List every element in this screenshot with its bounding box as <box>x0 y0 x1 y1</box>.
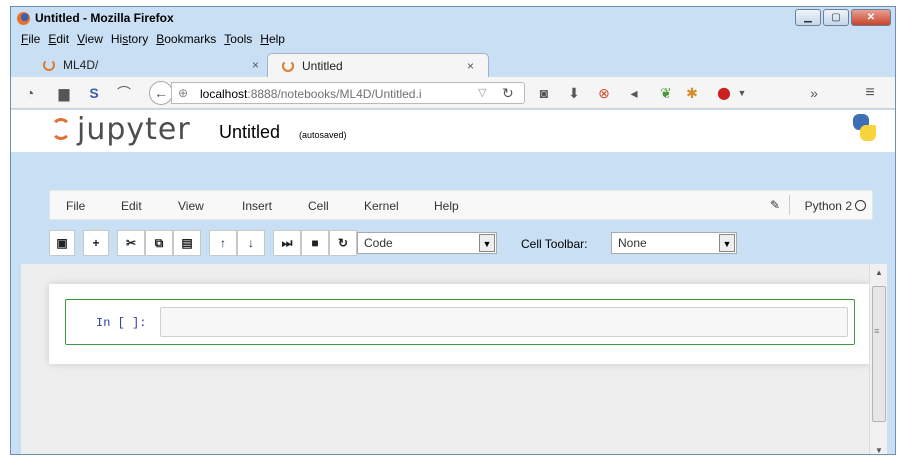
cell-type-value: Code <box>364 236 393 250</box>
pencil-icon[interactable]: ✎ <box>770 198 780 212</box>
notebook-menu-bar: File Edit View Insert Cell Kernel Help ✎… <box>49 190 873 220</box>
tab-close-icon[interactable]: × <box>252 58 259 72</box>
scroll-up-icon[interactable]: ▲ <box>875 268 883 277</box>
menu-file[interactable]: File <box>17 29 44 49</box>
maximize-button[interactable]: ▢ <box>823 9 849 26</box>
nb-menu-insert[interactable]: Insert <box>242 199 272 213</box>
code-input[interactable] <box>160 307 848 337</box>
insert-cell-icon[interactable]: + <box>83 230 109 256</box>
browser-window: Untitled - Mozilla Firefox ▁ ▢ ✕ File Ed… <box>10 6 896 455</box>
url-bar[interactable]: ⊕ localhost:8888/notebooks/ML4D/Untitled… <box>171 82 525 104</box>
menu-help[interactable]: Help <box>256 29 289 49</box>
download-icon[interactable]: ⬇ <box>565 84 583 102</box>
rss-icon[interactable]: ◔ <box>21 84 39 102</box>
menu-tools[interactable]: Tools <box>220 29 256 49</box>
notebook-area: In [ ]: ▲ ≡ ▼ <box>21 264 887 454</box>
leaf-icon[interactable]: ❦ <box>657 84 675 102</box>
cut-icon[interactable]: ✂ <box>117 230 145 256</box>
notebook-toolbar: ▣ + ✂ ⧉ ▤ ↑ ↓ ⏭ ■ ↻ Code ▼ Cell Toolbar:… <box>49 230 873 258</box>
loading-icon <box>282 59 294 72</box>
nb-menu-file[interactable]: File <box>66 199 85 213</box>
menu-bar: File Edit View History Bookmarks Tools H… <box>11 29 289 49</box>
chevron-down-icon[interactable]: ▼ <box>479 234 495 252</box>
cell-type-select[interactable]: Code ▼ <box>357 232 497 254</box>
chevron-down-icon[interactable]: ▼ <box>719 234 735 252</box>
dropdown-arrow-icon[interactable]: ▽ <box>478 86 486 99</box>
vertical-scrollbar[interactable]: ▲ ≡ ▼ <box>869 264 887 454</box>
scrollbar-thumb[interactable] <box>872 286 886 422</box>
move-down-icon[interactable]: ↓ <box>237 230 265 256</box>
tab-strip: ML4D/ × Untitled × <box>11 49 895 77</box>
code-cell[interactable]: In [ ]: <box>65 299 855 345</box>
autosave-status: (autosaved) <box>299 130 347 140</box>
fox-icon[interactable]: ✱ <box>683 84 701 102</box>
menu-edit[interactable]: Edit <box>44 29 73 49</box>
nb-menu-edit[interactable]: Edit <box>121 199 142 213</box>
title-bar: Untitled - Mozilla Firefox ▁ ▢ ✕ <box>11 7 895 29</box>
back-button[interactable]: ← <box>149 81 173 105</box>
loading-icon <box>43 59 55 71</box>
chevron-down-icon[interactable]: ▼ <box>733 84 751 102</box>
send-icon[interactable]: ◂ <box>625 84 643 102</box>
reload-icon[interactable]: ↻ <box>502 85 514 102</box>
divider <box>789 195 790 215</box>
jupyter-logo-icon <box>51 118 71 140</box>
nb-menu-help[interactable]: Help <box>434 199 459 213</box>
tab-label: Untitled <box>302 58 343 73</box>
pipe-icon: ⌒ <box>117 85 131 101</box>
cell-toolbar-value: None <box>618 236 647 250</box>
kernel-name[interactable]: Python 2 <box>805 199 852 213</box>
save-icon[interactable]: ▣ <box>49 230 75 256</box>
cell-toolbar-label: Cell Toolbar: <box>521 237 588 251</box>
jupyter-header: jupyter Untitled (autosaved) <box>11 110 895 152</box>
restart-icon[interactable]: ↻ <box>329 230 357 256</box>
run-icon[interactable]: ⏭ <box>273 230 301 256</box>
overflow-icon[interactable]: » <box>805 84 823 102</box>
kernel-status-icon <box>855 200 866 211</box>
pocket-icon[interactable]: ◙ <box>535 84 553 102</box>
paste-icon[interactable]: ▤ <box>173 230 201 256</box>
minimize-button[interactable]: ▁ <box>795 9 821 26</box>
notebook-page: In [ ]: <box>49 284 871 364</box>
close-button[interactable]: ✕ <box>851 9 891 26</box>
navigation-bar: ◔ ▆ S ⌒ ← ⊕ localhost:8888/notebooks/ML4… <box>11 77 895 109</box>
notebook-title[interactable]: Untitled <box>219 122 280 143</box>
menu-view[interactable]: View <box>73 29 107 49</box>
tab-close-icon[interactable]: × <box>467 59 474 73</box>
nb-menu-kernel[interactable]: Kernel <box>364 199 399 213</box>
cell-toolbar-select[interactable]: None ▼ <box>611 232 737 254</box>
print-icon[interactable]: ▆ <box>55 84 73 102</box>
blocked-icon[interactable]: ⊗ <box>595 84 613 102</box>
scroll-down-icon[interactable]: ▼ <box>875 446 883 454</box>
skype-icon[interactable]: S <box>85 84 103 102</box>
stop-icon[interactable]: ■ <box>301 230 329 256</box>
jupyter-logo-text[interactable]: jupyter <box>77 112 191 147</box>
move-up-icon[interactable]: ↑ <box>209 230 237 256</box>
firefox-icon <box>17 12 30 25</box>
python-logo-icon <box>851 114 877 142</box>
globe-icon: ⊕ <box>178 86 189 100</box>
window-title: Untitled - Mozilla Firefox <box>35 11 174 25</box>
tab-ml4d[interactable]: ML4D/ × <box>29 53 273 77</box>
menu-history[interactable]: History <box>107 29 152 49</box>
nb-menu-view[interactable]: View <box>178 199 204 213</box>
copy-icon[interactable]: ⧉ <box>145 230 173 256</box>
scroll-grip-icon: ≡ <box>874 326 880 336</box>
url-text[interactable]: localhost:8888/notebooks/ML4D/Untitled.i <box>200 87 468 101</box>
hamburger-menu-icon[interactable]: ≡ <box>861 84 879 102</box>
tab-untitled[interactable]: Untitled × <box>267 53 489 77</box>
menu-bookmarks[interactable]: Bookmarks <box>152 29 220 49</box>
input-prompt: In [ ]: <box>96 316 147 330</box>
tab-label: ML4D/ <box>63 58 99 72</box>
adblock-icon[interactable]: ⬤ <box>715 84 733 102</box>
nb-menu-cell[interactable]: Cell <box>308 199 329 213</box>
window-controls: ▁ ▢ ✕ <box>795 9 891 26</box>
